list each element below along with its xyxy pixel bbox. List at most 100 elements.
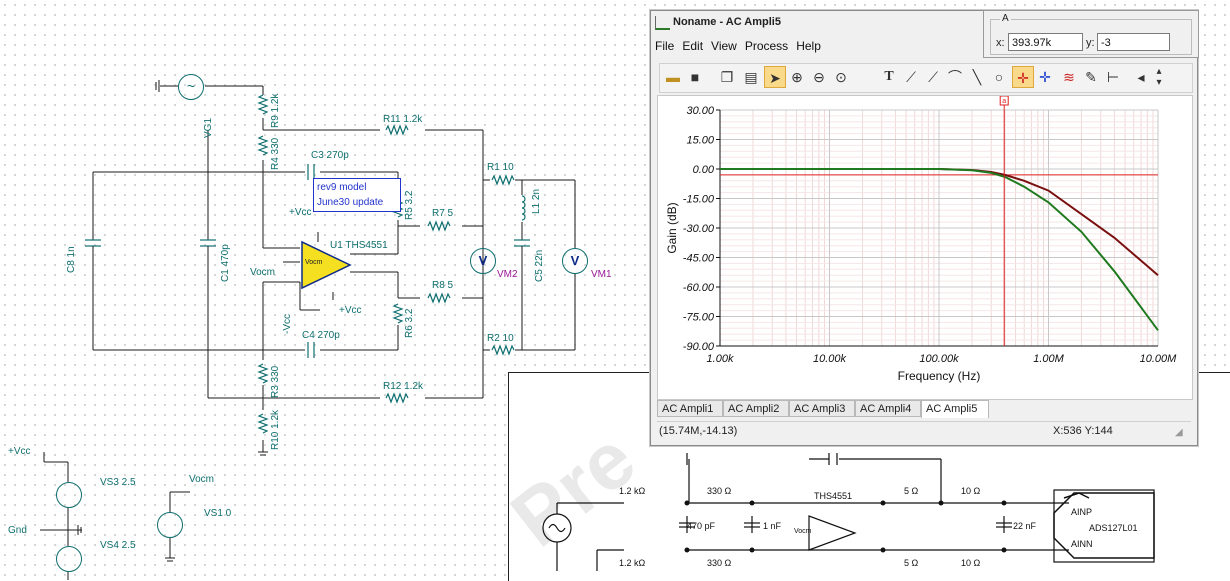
ac-analysis-window[interactable]: Noname - AC Ampli5 File Edit View Process He… xyxy=(650,10,1198,446)
gain-chart[interactable]: 30.00 15.00 0.00 -15.00 -30.00 -45.00 -60.00 -7… xyxy=(658,95,1192,399)
revision-note[interactable]: rev9 model June30 update xyxy=(313,178,401,212)
cursor-b-icon[interactable]: ✛ xyxy=(1034,66,1056,88)
circle-tool-icon[interactable]: ○ xyxy=(988,66,1010,88)
cursor-readout-panel[interactable]: A x: 393.97k y: -3 xyxy=(983,10,1199,58)
x-tick-label: 10.00M xyxy=(1140,353,1178,365)
y-tick-label: 15.00 xyxy=(686,135,714,147)
menu-file[interactable]: File xyxy=(651,37,678,55)
paste-icon[interactable]: ▤ xyxy=(740,66,762,88)
ds-r-top-5: 5 Ω xyxy=(904,486,919,496)
y-axis-label: Gain (dB) xyxy=(665,202,679,253)
tab-ac-ampli1[interactable]: AC Ampli1 xyxy=(657,400,723,417)
menu-view[interactable]: View xyxy=(707,37,741,55)
resize-grip-icon[interactable]: ◢ xyxy=(1175,427,1183,438)
flag-icon[interactable]: ⊢ xyxy=(1102,66,1124,88)
label-vm1: VM1 xyxy=(591,269,612,280)
statusbar: (15.74M,-14.13) X:536 Y:144 ◢ xyxy=(657,421,1191,442)
window-title: Noname - AC Ampli5 xyxy=(673,16,781,28)
label-vs1: VS1 0 xyxy=(204,508,232,519)
label-u1: U1 THS4551 xyxy=(330,240,388,251)
ds-r-bot-5: 5 Ω xyxy=(904,558,919,568)
curves-icon[interactable]: ≋ xyxy=(1058,66,1080,88)
y-tick-label: 0.00 xyxy=(693,164,715,176)
marker-icon[interactable]: ⟋ xyxy=(900,66,922,88)
label-vm2: VM2 xyxy=(497,269,518,280)
menu-process[interactable]: Process xyxy=(741,37,792,55)
ds-c470: 470 pF xyxy=(687,521,716,531)
app-icon xyxy=(655,16,670,30)
ds-r-bot-10: 10 Ω xyxy=(961,558,981,568)
axis-icon[interactable]: ⌒ xyxy=(944,66,966,88)
tab-ac-ampli2[interactable]: AC Ampli2 xyxy=(723,400,789,417)
y-tick-label: -75.00 xyxy=(683,312,715,324)
label-c1: C1 470p xyxy=(220,244,231,282)
label-c4: C4 270p xyxy=(302,330,340,341)
plot-area[interactable]: 30.00 15.00 0.00 -15.00 -30.00 -45.00 -60.00 -7… xyxy=(657,95,1193,400)
probe-icon[interactable]: ✎ xyxy=(1080,66,1102,88)
label-vcc-src: +Vcc xyxy=(8,446,31,457)
toolbar: ▬ ■ ❐ ▤ ➤ ⊕ ⊖ ⊙ T ⟋ ⟋ ⌒ ╲ ○ ✛ ✛ ≋ ✎ ⊢ ◂ … xyxy=(659,63,1193,93)
label-r5: R5 3.2 xyxy=(404,190,415,220)
ds-amp: THS4551 xyxy=(814,491,853,501)
vg1-source[interactable]: ~ xyxy=(178,74,204,100)
save-icon[interactable]: ■ xyxy=(684,66,706,88)
tab-ac-ampli3[interactable]: AC Ampli3 xyxy=(789,400,855,417)
cursor-x-field[interactable]: 393.97k xyxy=(1008,33,1083,51)
cursor-cross-icon[interactable]: ✛ xyxy=(1012,66,1034,88)
note-line-1: rev9 model xyxy=(317,182,367,193)
scroll-updown-icon[interactable]: ▴ ▾ xyxy=(1152,66,1166,88)
label-vocm-src: Vocm xyxy=(189,474,215,485)
menu-edit[interactable]: Edit xyxy=(678,37,707,55)
label-r10: R10 1.2k xyxy=(270,409,281,450)
ds-vocm: Vocm xyxy=(794,528,812,535)
ds-r-bot-in: 1.2 kΩ xyxy=(619,558,646,568)
label-vcc-mid: +Vcc xyxy=(339,305,362,316)
ds-ainn: AINN xyxy=(1071,539,1093,549)
ds-c22n: 22 nF xyxy=(1013,521,1037,531)
y-tick-label: -60.00 xyxy=(683,282,715,294)
x-tick-label: 10.00k xyxy=(813,353,847,365)
zoom-out-icon[interactable]: ⊖ xyxy=(808,66,830,88)
open-folder-icon[interactable]: ▬ xyxy=(662,66,684,88)
label-r9: R9 1.2k xyxy=(270,93,281,128)
line-tool-icon[interactable]: ╲ xyxy=(966,66,988,88)
menu-help[interactable]: Help xyxy=(792,37,825,55)
voltmeter-vm2[interactable]: V xyxy=(470,248,496,274)
copy-icon[interactable]: ❐ xyxy=(716,66,738,88)
zoom-in-icon[interactable]: ⊕ xyxy=(786,66,808,88)
label-c3: C3 270p xyxy=(311,150,349,161)
label-r4: R4 330 xyxy=(270,137,281,170)
vs1-source[interactable] xyxy=(157,512,183,538)
ds-c1n: 1 nF xyxy=(763,521,782,531)
tab-ac-ampli4[interactable]: AC Ampli4 xyxy=(855,400,921,417)
zoom-100-icon[interactable]: ⊙ xyxy=(830,66,852,88)
label-l1: L1 2n xyxy=(531,188,542,214)
label-c8: C8 1n xyxy=(66,246,77,273)
cursor-x-label: x: xyxy=(996,37,1005,49)
ds-r-bot-330: 330 Ω xyxy=(707,558,732,568)
x-tick-label: 100.00k xyxy=(919,353,959,365)
y-tick-label: -30.00 xyxy=(683,223,715,235)
label-r8: R8 5 xyxy=(432,280,454,291)
cursor-group-label: A xyxy=(1000,13,1011,24)
ds-r-top-in: 1.2 kΩ xyxy=(619,486,646,496)
vs4-source[interactable] xyxy=(56,546,82,572)
vs3-source[interactable] xyxy=(56,482,82,508)
text-tool-icon[interactable]: T xyxy=(878,66,900,88)
label-vocm: Vocm xyxy=(250,267,276,278)
scroll-left-icon[interactable]: ◂ xyxy=(1134,66,1148,88)
label-r7: R7 5 xyxy=(432,208,454,219)
voltmeter-vm1[interactable]: V xyxy=(562,248,588,274)
y-tick-label: -90.00 xyxy=(683,341,715,353)
ds-r-top-330: 330 Ω xyxy=(707,486,732,496)
label-r1: R1 10 xyxy=(487,162,514,173)
cursor-a-icon[interactable]: ⟋ xyxy=(922,66,944,88)
y-tick-label: -45.00 xyxy=(683,253,715,265)
cursor-y-field[interactable]: -3 xyxy=(1097,33,1170,51)
status-coordinates: (15.74M,-14.13) xyxy=(659,425,738,437)
tab-ac-ampli5[interactable]: AC Ampli5 xyxy=(921,400,989,418)
cursor-y-label: y: xyxy=(1086,37,1095,49)
ds-ainp: AINP xyxy=(1071,507,1093,517)
select-arrow-icon[interactable]: ➤ xyxy=(764,66,786,88)
label-r6: R6 3.2 xyxy=(404,308,415,338)
